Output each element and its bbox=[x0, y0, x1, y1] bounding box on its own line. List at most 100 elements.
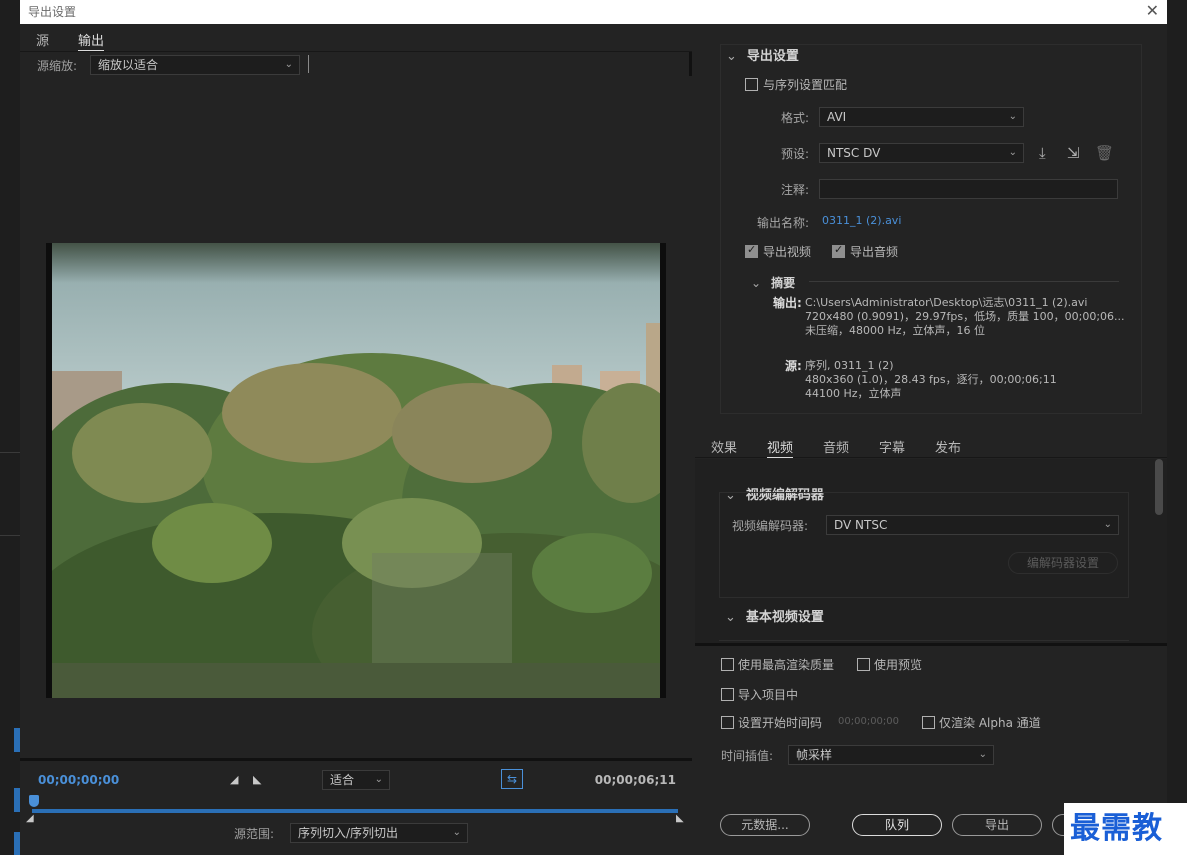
summary-output-line: 720x480 (0.9091)，29.97fps，低场，质量 100，00;0… bbox=[805, 310, 1125, 323]
source-scale-value: 缩放以适合 bbox=[98, 58, 159, 72]
use-previews-checkbox[interactable] bbox=[857, 658, 870, 671]
summary-source-line: 480x360 (1.0)，28.43 fps，逐行，00;00;06;11 bbox=[805, 373, 1057, 386]
summary-header[interactable]: ⌄ 摘要 bbox=[751, 274, 795, 291]
background-app-strip-right bbox=[1167, 0, 1187, 855]
summary-source-line: 序列, 0311_1 (2) bbox=[805, 359, 894, 372]
use-previews-label: 使用预览 bbox=[874, 658, 923, 672]
chevron-down-icon: ⌄ bbox=[284, 59, 293, 70]
preset-dropdown[interactable]: NTSC DV ⌄ bbox=[819, 143, 1024, 163]
summary-output-line: 未压缩，48000 Hz，立体声，16 位 bbox=[805, 324, 986, 337]
chevron-down-icon: ⌄ bbox=[751, 276, 762, 290]
settings-pane: ⌄ 导出设置 与序列设置匹配 格式: AVI ⌄ 预设: NTSC DV ⌄ ⤓ … bbox=[695, 24, 1167, 855]
strip-divider bbox=[0, 535, 20, 536]
video-preview-image bbox=[52, 243, 660, 698]
format-dropdown[interactable]: AVI ⌄ bbox=[819, 107, 1024, 127]
source-scale-dropdown[interactable]: 缩放以适合 ⌄ bbox=[90, 55, 300, 75]
timeline-controls: 00;00;00;00 ◢ ◣ 适合 ⌄ ⇆ 00;00;06;11 ◢ ◣ 源… bbox=[20, 758, 692, 855]
export-settings-header[interactable]: ⌄ 导出设置 bbox=[726, 45, 799, 64]
in-point-handle-icon[interactable]: ◢ bbox=[26, 813, 34, 824]
preview-pane: 源 输出 源缩放: 缩放以适合 ⌄ 00;00;00;00 ◢ ◣ 适合 ⌄ ⇆… bbox=[20, 24, 692, 855]
chevron-down-icon: ⌄ bbox=[725, 610, 736, 625]
video-settings-panel: ⌄ 视频编解码器 视频编解码器: DV NTSC ⌄ 编解码器设置 ⌄ 基本视频设置 bbox=[695, 459, 1167, 643]
mark-in-icon[interactable]: ◢ bbox=[230, 773, 238, 786]
background-app-strip-left bbox=[0, 0, 20, 855]
video-codec-section: 视频编解码器: DV NTSC ⌄ 编解码器设置 bbox=[719, 492, 1129, 598]
tab-effects[interactable]: 效果 bbox=[711, 437, 737, 456]
chevron-down-icon: ⌄ bbox=[1103, 519, 1112, 530]
export-button[interactable]: 导出 bbox=[952, 814, 1042, 836]
tab-source[interactable]: 源 bbox=[36, 30, 49, 49]
import-preset-icon[interactable]: ⇲ bbox=[1067, 144, 1080, 162]
set-start-timecode-label: 设置开始时间码 bbox=[738, 716, 823, 730]
summary-source-line: 44100 Hz，立体声 bbox=[805, 387, 902, 400]
summary-output-key: 输出: bbox=[773, 296, 802, 310]
summary-source-key: 源: bbox=[785, 359, 802, 373]
tab-output[interactable]: 输出 bbox=[78, 30, 105, 51]
max-render-quality-label: 使用最高渲染质量 bbox=[738, 658, 835, 672]
queue-button[interactable]: 队列 bbox=[852, 814, 942, 836]
save-preset-icon[interactable]: ⤓ bbox=[1039, 144, 1046, 162]
window-title: 导出设置 bbox=[28, 5, 77, 19]
output-name-label: 输出名称: bbox=[756, 216, 809, 230]
start-timecode-value[interactable]: 00;00;00;00 bbox=[838, 716, 899, 727]
export-video-label: 导出视频 bbox=[763, 245, 812, 259]
playhead-icon[interactable] bbox=[29, 795, 39, 807]
tab-captions[interactable]: 字幕 bbox=[879, 437, 905, 456]
fit-range-icon[interactable]: ⇆ bbox=[501, 769, 523, 789]
tab-video[interactable]: 视频 bbox=[767, 437, 794, 458]
video-frame-image bbox=[52, 243, 660, 698]
scrollbar[interactable] bbox=[1155, 459, 1163, 515]
watermark-logo: 最需教育 bbox=[1064, 803, 1187, 855]
timecode-duration: 00;00;06;11 bbox=[594, 773, 676, 787]
summary-divider bbox=[809, 281, 1119, 282]
video-codec-dropdown[interactable]: DV NTSC ⌄ bbox=[826, 515, 1119, 535]
timecode-current[interactable]: 00;00;00;00 bbox=[38, 773, 119, 787]
tab-publish[interactable]: 发布 bbox=[935, 437, 961, 456]
export-settings-dialog: 导出设置 ✕ 源 输出 源缩放: 缩放以适合 ⌄ 00;00;00;00 ◢ ◣… bbox=[20, 0, 1167, 855]
chevron-down-icon: ⌄ bbox=[978, 749, 987, 760]
basic-video-settings-header[interactable]: ⌄ 基本视频设置 bbox=[725, 606, 824, 625]
set-start-timecode-checkbox[interactable] bbox=[721, 716, 734, 729]
chevron-down-icon: ⌄ bbox=[1008, 147, 1017, 158]
import-into-project-label: 导入项目中 bbox=[738, 688, 799, 702]
preset-value: NTSC DV bbox=[827, 146, 881, 160]
render-alpha-only-checkbox[interactable] bbox=[922, 716, 935, 729]
comment-label: 注释: bbox=[780, 183, 809, 197]
format-value: AVI bbox=[827, 110, 847, 124]
chevron-down-icon: ⌄ bbox=[1008, 111, 1017, 122]
video-codec-value: DV NTSC bbox=[834, 518, 888, 532]
export-settings-section: ⌄ 导出设置 与序列设置匹配 格式: AVI ⌄ 预设: NTSC DV ⌄ ⤓ … bbox=[720, 44, 1142, 414]
source-range-label: 源范围: bbox=[234, 827, 275, 841]
chevron-down-icon: ⌄ bbox=[452, 827, 461, 838]
source-scale-label: 源缩放: bbox=[37, 59, 78, 73]
tab-audio[interactable]: 音频 bbox=[823, 437, 849, 456]
timeline-track[interactable] bbox=[32, 809, 678, 813]
divider bbox=[308, 55, 309, 73]
video-frame bbox=[46, 243, 666, 698]
chevron-down-icon: ⌄ bbox=[726, 49, 737, 64]
settings-tabs: 效果 视频 音频 字幕 发布 bbox=[695, 432, 1167, 458]
video-codec-label: 视频编解码器: bbox=[732, 519, 809, 533]
mark-out-icon[interactable]: ◣ bbox=[253, 773, 261, 786]
time-interpolation-dropdown[interactable]: 帧采样 ⌄ bbox=[788, 745, 994, 765]
export-audio-checkbox[interactable] bbox=[832, 243, 845, 258]
export-video-checkbox[interactable] bbox=[745, 243, 758, 258]
zoom-dropdown[interactable]: 适合 ⌄ bbox=[322, 770, 390, 790]
comment-input[interactable] bbox=[819, 179, 1118, 199]
metadata-button[interactable]: 元数据... bbox=[720, 814, 810, 836]
preview-tabs: 源 输出 bbox=[20, 24, 692, 52]
delete-preset-icon[interactable]: 🗑 bbox=[1095, 144, 1114, 162]
chevron-down-icon: ⌄ bbox=[374, 774, 383, 785]
time-interpolation-label: 时间插值: bbox=[721, 749, 774, 763]
max-render-quality-checkbox[interactable] bbox=[721, 658, 734, 671]
output-name-link[interactable]: 0311_1 (2).avi bbox=[822, 214, 901, 227]
out-point-handle-icon[interactable]: ◣ bbox=[676, 813, 684, 824]
match-sequence-checkbox[interactable] bbox=[745, 78, 758, 91]
preset-label: 预设: bbox=[780, 147, 809, 161]
import-into-project-checkbox[interactable] bbox=[721, 688, 734, 701]
codec-settings-button[interactable]: 编解码器设置 bbox=[1008, 552, 1118, 574]
titlebar: 导出设置 ✕ bbox=[20, 0, 1167, 24]
strip-divider bbox=[0, 452, 20, 453]
close-icon[interactable]: ✕ bbox=[1146, 1, 1159, 20]
source-range-dropdown[interactable]: 序列切入/序列切出 ⌄ bbox=[290, 823, 468, 843]
